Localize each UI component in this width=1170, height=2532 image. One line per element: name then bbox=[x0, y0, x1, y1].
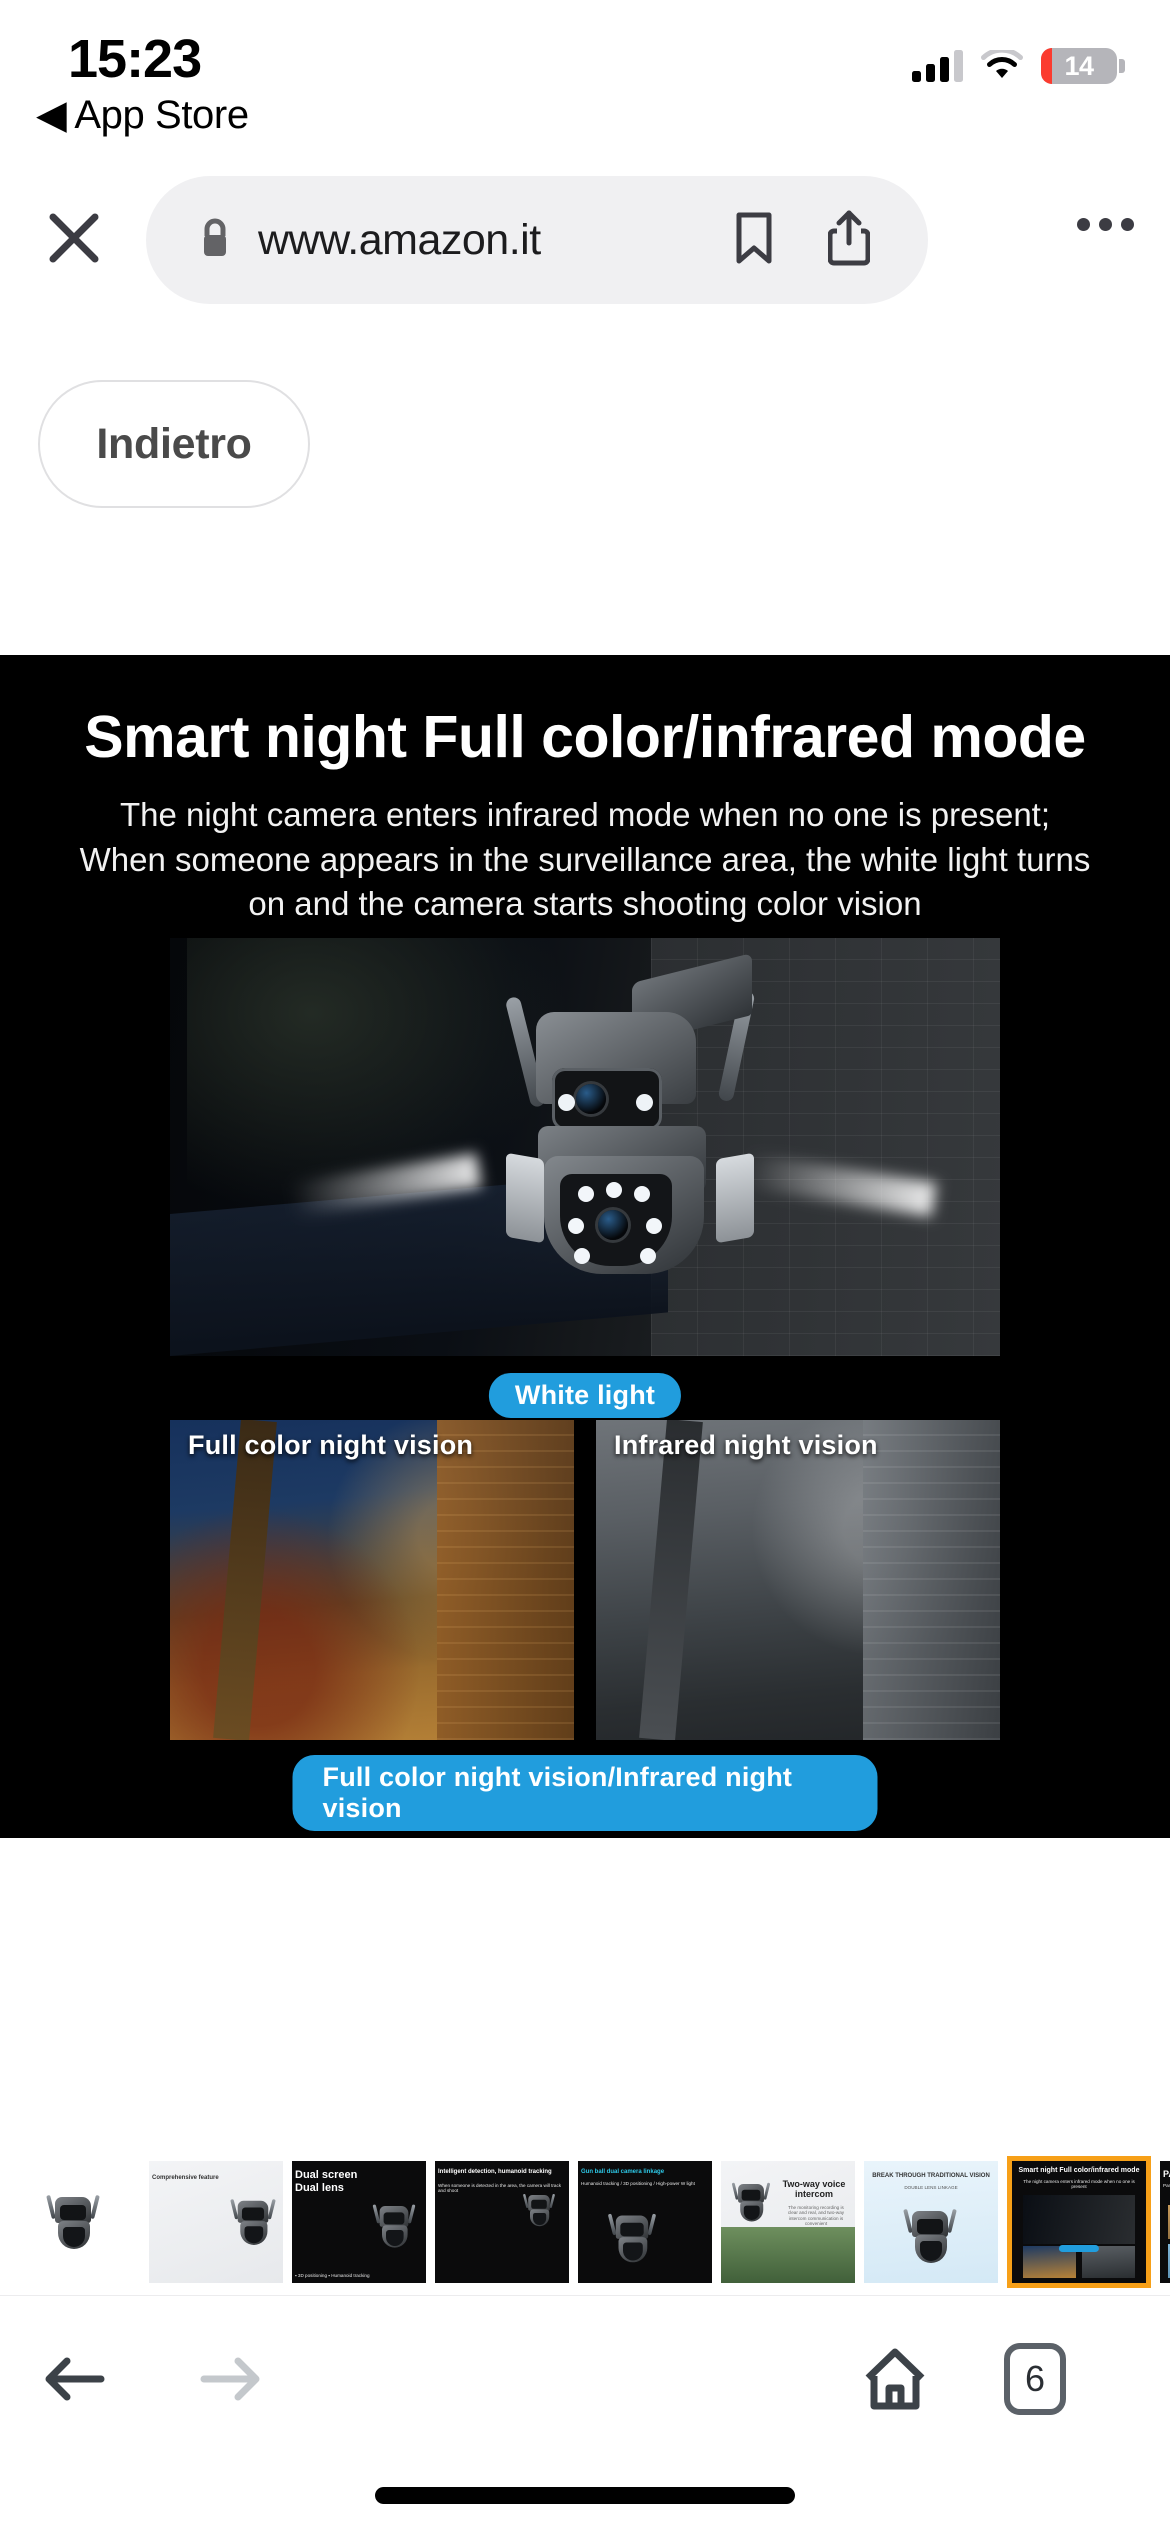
thumbnail-caption: Smart night Full color/infrared mode bbox=[1018, 2167, 1140, 2174]
home-button[interactable] bbox=[840, 2324, 950, 2434]
cellular-signal-icon bbox=[912, 50, 963, 82]
ir-led bbox=[574, 1248, 590, 1264]
thumbnail-caption: Two-way voice intercom bbox=[782, 2179, 846, 2200]
close-button[interactable] bbox=[38, 202, 110, 274]
infrared-night-shot: Infrared night vision bbox=[596, 1420, 1000, 1740]
thumbnail-caption: Intelligent detection, humanoid tracking bbox=[438, 2169, 552, 2175]
camera-thumbnail-icon bbox=[372, 2201, 416, 2251]
url-text: www.amazon.it bbox=[258, 215, 541, 264]
camera-thumbnail-icon bbox=[731, 2180, 771, 2225]
tab-count-badge: 6 bbox=[1004, 2343, 1066, 2415]
ir-led bbox=[634, 1186, 650, 1202]
page-back-button[interactable]: Indietro bbox=[38, 380, 310, 508]
ir-led bbox=[646, 1218, 662, 1234]
floodlight-right bbox=[716, 1152, 754, 1244]
thumbnail-subcaption: The monitoring recording is clear and re… bbox=[787, 2205, 845, 2226]
status-bar-time: 15:23 bbox=[68, 29, 202, 89]
share-icon[interactable] bbox=[827, 209, 871, 272]
forward-button[interactable] bbox=[175, 2324, 285, 2434]
ir-led bbox=[606, 1182, 622, 1198]
thumbnail-item[interactable]: PANORAMIC Panoramic + close-up, both nea… bbox=[1160, 2161, 1170, 2283]
thumbnail-caption: Dual screen Dual lens bbox=[295, 2169, 358, 2194]
full-color-label: Full color night vision bbox=[188, 1430, 474, 1460]
camera-thumbnail-icon bbox=[607, 2210, 657, 2266]
ir-led bbox=[640, 1248, 656, 1264]
camera-thumbnail-icon bbox=[230, 2196, 276, 2249]
upper-led-right bbox=[636, 1094, 653, 1111]
thumbnail-subcaption: Humanoid tracking / 3D positioning / Hig… bbox=[581, 2181, 695, 2186]
return-to-app-store-link[interactable]: ◀ App Store bbox=[36, 92, 249, 138]
thumbnail-subcaption: The night camera enters infrared mode wh… bbox=[1023, 2179, 1135, 2190]
status-bar-indicators: 14 bbox=[912, 47, 1125, 84]
security-camera-illustration bbox=[500, 953, 760, 1330]
floodlight-left bbox=[506, 1152, 544, 1244]
bookmark-icon[interactable] bbox=[734, 211, 774, 270]
thumbnail-item[interactable]: Comprehensive feature bbox=[149, 2161, 283, 2283]
thumbnail-item[interactable] bbox=[6, 2161, 140, 2283]
battery-percent-label: 14 bbox=[1064, 50, 1094, 81]
address-bar[interactable]: www.amazon.it bbox=[146, 176, 928, 304]
ir-led bbox=[568, 1218, 584, 1234]
more-menu-icon[interactable] bbox=[1077, 218, 1134, 231]
thumbnail-caption: Gun ball dual camera linkage bbox=[581, 2169, 665, 2175]
thumbnail-hero-preview bbox=[1022, 2195, 1136, 2244]
product-image-panel: Smart night Full color/infrared mode The… bbox=[0, 655, 1170, 1838]
full-color-night-shot: Full color night vision bbox=[170, 1420, 574, 1740]
product-panel-subtitle: The night camera enters infrared mode wh… bbox=[0, 793, 1170, 927]
product-panel-title: Smart night Full color/infrared mode bbox=[84, 704, 1086, 770]
battery-terminal bbox=[1119, 59, 1125, 73]
product-thumbnail-strip[interactable]: Comprehensive feature Dual screen Dual l… bbox=[0, 2152, 1170, 2292]
comparison-badge: Full color night vision/Infrared night v… bbox=[292, 1755, 878, 1831]
home-indicator bbox=[375, 2487, 795, 2504]
camera-thumbnail-icon bbox=[522, 2191, 556, 2228]
thumbnail-item[interactable]: BREAK THROUGH TRADITIONAL VISION DOUBLE … bbox=[864, 2161, 998, 2283]
back-triangle-icon: ◀ bbox=[36, 93, 67, 137]
wifi-icon bbox=[981, 47, 1023, 82]
battery-icon: 14 bbox=[1041, 48, 1125, 84]
hero-night-camera-image bbox=[170, 938, 1000, 1356]
infrared-label: Infrared night vision bbox=[614, 1430, 878, 1460]
status-bar: 15:23 ◀ App Store 14 bbox=[0, 0, 1170, 137]
thumbnail-subcaption: ▪ 3D positioning ▪ Humanoid tracking bbox=[295, 2272, 370, 2278]
thumbnail-item[interactable]: Dual screen Dual lens ▪ 3D positioning ▪… bbox=[292, 2161, 426, 2283]
subtitle-line-2: When someone appears in the surveillance… bbox=[79, 840, 1091, 878]
thumbnail-subcaption: Panoramic + close-up, both near and far,… bbox=[1163, 2183, 1170, 2188]
camera-thumbnail-icon bbox=[903, 2205, 957, 2267]
camera-thumbnail-icon bbox=[46, 2191, 100, 2253]
subtitle-line-1: The night camera enters infrared mode wh… bbox=[119, 796, 1051, 833]
subtitle-line-3: on and the camera starts shooting color … bbox=[248, 885, 922, 923]
white-light-badge: White light bbox=[488, 1373, 682, 1418]
ir-led bbox=[578, 1186, 594, 1202]
browser-bottom-toolbar: 6 bbox=[0, 2295, 1170, 2532]
thumbnail-badge bbox=[1058, 2245, 1100, 2253]
house-scene bbox=[721, 2226, 855, 2283]
thumbnail-item[interactable]: Two-way voice intercom The monitoring re… bbox=[721, 2161, 855, 2283]
lock-icon bbox=[198, 216, 232, 265]
return-app-label: App Store bbox=[74, 92, 249, 137]
back-button[interactable] bbox=[20, 2324, 130, 2434]
thumbnail-caption: BREAK THROUGH TRADITIONAL VISION bbox=[872, 2173, 990, 2179]
thumbnail-caption: Comprehensive feature bbox=[152, 2175, 219, 2181]
browser-screen: 15:23 ◀ App Store 14 www.amazon.it Indie… bbox=[0, 0, 1170, 2532]
thumbnail-item-selected[interactable]: Smart night Full color/infrared mode The… bbox=[1007, 2156, 1151, 2288]
thumbnail-item[interactable]: Gun ball dual camera linkage Humanoid tr… bbox=[578, 2161, 712, 2283]
night-vision-comparison: Full color night vision Infrared night v… bbox=[170, 1420, 1000, 1740]
thumbnail-caption: PANORAMIC bbox=[1163, 2169, 1170, 2179]
browser-url-bar: www.amazon.it bbox=[0, 170, 1170, 310]
thumbnail-subcaption: DOUBLE LENS LINKAGE bbox=[904, 2185, 958, 2190]
tabs-button[interactable]: 6 bbox=[980, 2324, 1090, 2434]
upper-led-left bbox=[558, 1094, 575, 1111]
thumbnail-item[interactable]: Intelligent detection, humanoid tracking… bbox=[435, 2161, 569, 2283]
